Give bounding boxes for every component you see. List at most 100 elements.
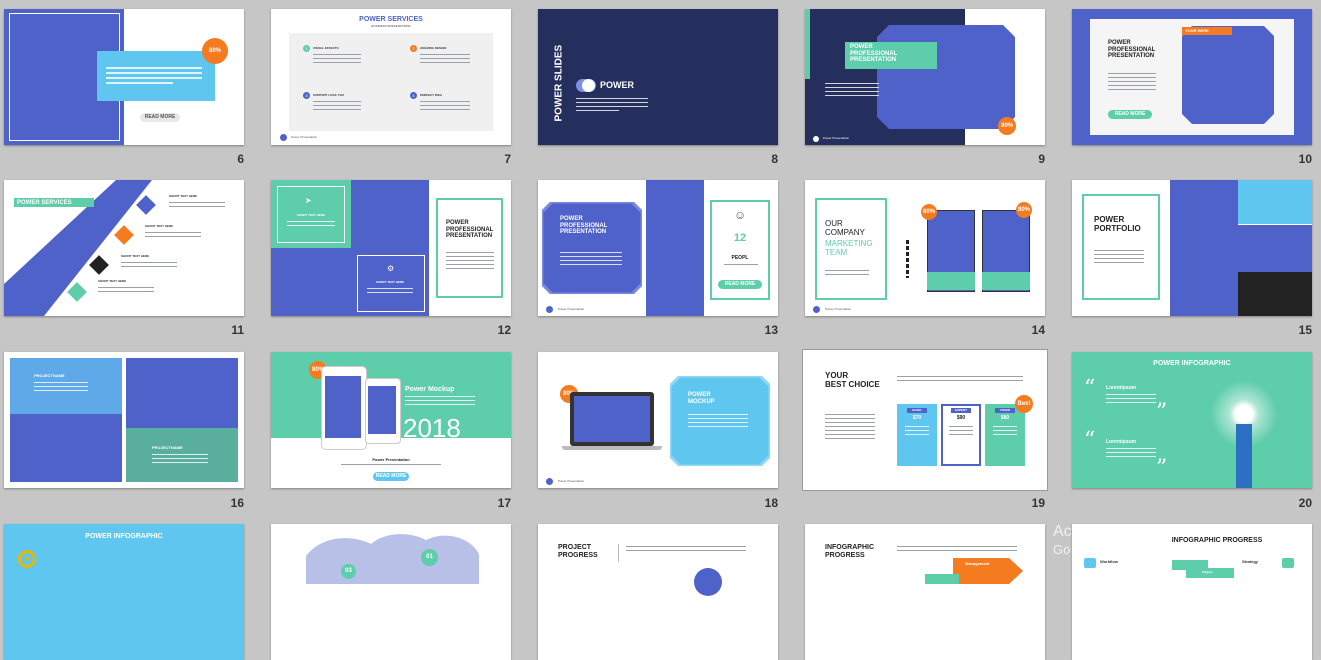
text-lines: [405, 396, 475, 408]
slide-thumbnail-14[interactable]: OUR COMPANY MARKETING TEAM 80% 80% Power P…: [805, 180, 1045, 316]
slide-number: 13: [764, 323, 778, 337]
blue-panel: [1170, 180, 1238, 316]
world-map-graphic: [306, 534, 479, 584]
plan-price: $80: [1000, 415, 1010, 421]
text-lines: [446, 252, 494, 272]
slide-thumbnail-23[interactable]: PROJECT PROGRESS: [538, 524, 778, 660]
slide-number: 20: [1298, 496, 1312, 510]
blue-panel: [1238, 224, 1312, 273]
slide-thumbnail-10[interactable]: YOUR HERE POWER PROFESSIONAL PRESENTATION …: [1072, 9, 1312, 145]
slide-number: 12: [497, 323, 511, 337]
slide-title: YOUR BEST CHOICE: [825, 371, 880, 389]
slide-title: POWER INFOGRAPHIC: [1153, 360, 1231, 367]
watermark-title: Activate Windows: [1053, 523, 1180, 540]
slide-number: 18: [764, 496, 778, 510]
text-lines: [576, 98, 648, 114]
phone-screen: [325, 376, 361, 438]
plan-price: $90: [956, 415, 966, 421]
text-lines: [98, 287, 154, 295]
text-lines: [1106, 394, 1156, 406]
teal-bar: [925, 574, 959, 584]
slide-thumbnail-9[interactable]: POWER PROFESSIONAL PRESENTATION 80% Power …: [805, 9, 1045, 145]
text-lines: [993, 426, 1017, 438]
text-lines: [1106, 448, 1156, 460]
percent-badge: 80%: [998, 117, 1016, 135]
logo-icon: [280, 134, 287, 141]
text-lines: [341, 464, 441, 468]
slide-footer: Power Presentation: [825, 307, 852, 311]
text-lines: [825, 270, 869, 278]
slide-thumbnail-19[interactable]: YOUR BEST CHOICE BASIC $70 EXPERT $90 VIS…: [803, 350, 1047, 490]
info-label: Loremipsum: [1106, 385, 1137, 391]
vertical-title: POWER SLIDES: [553, 44, 565, 122]
text-lines: [897, 376, 1023, 384]
slide-title: POWER PROFESSIONAL PRESENTATION: [850, 44, 898, 64]
slide-thumbnail-11[interactable]: POWER SERVICES SHORT TEXT HERE SHORT TEX…: [4, 180, 244, 316]
bar-graphic: [1236, 424, 1252, 488]
sky-panel: [1238, 180, 1312, 224]
slide-number: 16: [230, 496, 244, 510]
slide-thumbnail-21[interactable]: POWER INFOGRAPHIC: [4, 524, 244, 660]
percent-badge: 80%: [202, 38, 228, 64]
slide-thumbnail-8[interactable]: POWER SLIDES POWER: [538, 9, 778, 145]
slide-thumbnail-16[interactable]: PROJECTNAME PROJECTNAME: [4, 352, 244, 488]
target-center: [25, 557, 29, 561]
slide-thumbnail-6[interactable]: 80% READ MORE: [4, 9, 244, 145]
laptop-screen: [574, 396, 650, 442]
briefcase-icon: [1084, 558, 1096, 568]
title-frame: [436, 198, 503, 298]
slide-thumbnail-12[interactable]: ➤ SHORT TEXT HERE ⚙ SHORT TEXT HERE POWE…: [271, 180, 511, 316]
blue-octagon: [1182, 26, 1274, 124]
text-lines: [34, 382, 88, 394]
text-lines: [1108, 73, 1156, 93]
slide-thumbnail-17[interactable]: 80% Power Mockup 2018 Power Presentation…: [271, 352, 511, 488]
service-item: SHORT TEXT HERE: [121, 254, 150, 258]
logo-icon: [813, 136, 819, 142]
slide-number: 11: [231, 323, 244, 337]
text-lines: [367, 288, 413, 296]
slide-title: Power Mockup: [405, 386, 455, 393]
gear-icon: ⚙: [387, 264, 395, 273]
text-lines: [121, 262, 177, 270]
quote-open-icon: “: [1084, 428, 1096, 453]
slide-title: POWER PROFESSIONAL PRESENTATION: [446, 220, 494, 240]
plan-price: $70: [912, 415, 922, 421]
percent-badge: 80%: [1016, 202, 1032, 218]
item-number: 3: [303, 92, 310, 99]
slide-thumbnail-20[interactable]: POWER INFOGRAPHIC “ Loremipsum ” “ Lorem…: [1072, 352, 1312, 488]
slide-thumbnail-13[interactable]: POWER PROFESSIONAL PRESENTATION ☺ 12 PEOPL…: [538, 180, 778, 316]
slide-title: POWER MOCKUP: [688, 392, 715, 405]
text-lines: [313, 101, 361, 113]
slide-thumbnail-15[interactable]: POWER PORTFOLIO: [1072, 180, 1312, 316]
service-item: SHORT TEXT HERE: [169, 194, 198, 198]
team-caption: [927, 272, 975, 290]
slide-thumbnail-18[interactable]: 80% POWER MOCKUP Power Presentation: [538, 352, 778, 488]
slide-caption: Power Presentation: [372, 457, 410, 462]
title-divider: [618, 544, 619, 562]
percent-badge: 80%: [921, 204, 937, 220]
slide-number: 9: [1038, 152, 1045, 166]
service-item: PERFECT IDEA: [420, 93, 443, 97]
text-lines: [313, 54, 361, 66]
read-more-button: READ MORE: [140, 113, 180, 122]
project-label: PROJECTNAME: [34, 373, 65, 378]
laptop-base: [562, 446, 662, 450]
text-lines: [905, 426, 929, 438]
logo-icon-dot: [582, 79, 595, 92]
text-lines: [152, 454, 208, 466]
info-label: Strategy: [1242, 559, 1259, 564]
slide-thumbnail-22[interactable]: 01 03: [271, 524, 511, 660]
slide-thumbnail-7[interactable]: POWER SERVICES BUSINESS PRESENTATION 1 V…: [271, 9, 511, 145]
logo-icon: [546, 306, 553, 313]
project-label: PROJECTNAME: [152, 445, 183, 450]
text-lines: [626, 546, 746, 554]
divider-bar: [906, 240, 909, 278]
people-count: 12: [733, 232, 747, 244]
slide-number: 17: [497, 496, 511, 510]
slide-title: POWER SERVICES: [17, 200, 72, 206]
text-lines: [145, 232, 201, 240]
text-lines: [560, 252, 622, 268]
text-lines: [825, 83, 879, 99]
slide-footer: Power Presentation: [823, 136, 850, 140]
slide-thumbnail-24[interactable]: INFOGRAPHIC PROGRESS Management: [805, 524, 1045, 660]
